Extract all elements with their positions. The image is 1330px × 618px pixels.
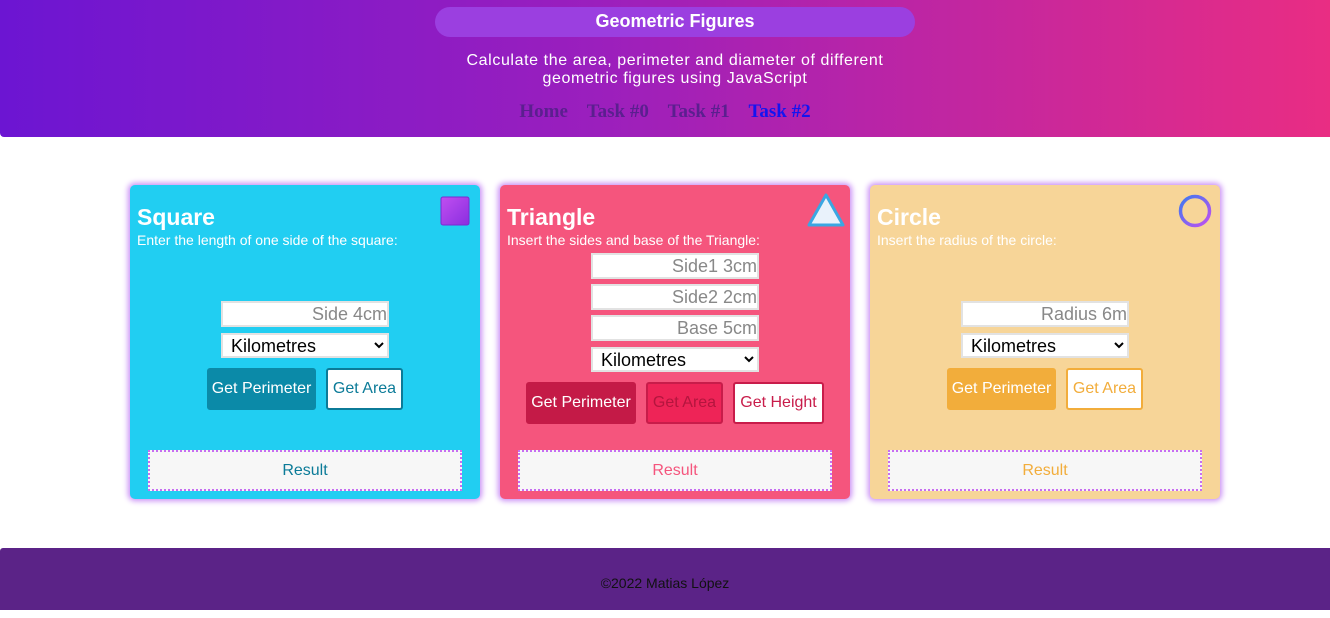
square-icon (440, 196, 470, 226)
triangle-unit-select[interactable]: Kilometres (591, 347, 759, 372)
main-nav: Home Task #0 Task #1 Task #2 (0, 101, 1330, 123)
nav-task-2[interactable]: Task #2 (748, 101, 810, 122)
triangle-side1-input[interactable] (591, 253, 759, 279)
triangle-icon (807, 193, 845, 227)
nav-home[interactable]: Home (519, 101, 568, 122)
triangle-height-button[interactable]: Get Height (733, 382, 824, 424)
circle-card: Circle Insert the radius of the circle: … (870, 185, 1220, 499)
triangle-title: Triangle (507, 204, 596, 230)
circle-result: Result (888, 450, 1202, 491)
page-header: Geometric Figures Calculate the area, pe… (0, 0, 1330, 137)
square-result: Result (148, 450, 462, 491)
triangle-result: Result (518, 450, 832, 491)
nav-task-1[interactable]: Task #1 (668, 101, 730, 122)
page-title: Geometric Figures (435, 7, 915, 37)
triangle-description: Insert the sides and base of the Triangl… (507, 232, 760, 248)
page-subtitle: Calculate the area, perimeter and diamet… (466, 52, 884, 87)
square-title: Square (137, 204, 215, 230)
triangle-area-button[interactable]: Get Area (646, 382, 723, 424)
circle-icon (1178, 194, 1212, 228)
square-perimeter-button[interactable]: Get Perimeter (207, 368, 316, 410)
square-card: Square Enter the length of one side of t… (130, 185, 480, 499)
circle-description: Insert the radius of the circle: (877, 232, 1057, 248)
triangle-perimeter-button[interactable]: Get Perimeter (526, 382, 636, 424)
square-unit-select[interactable]: Kilometres (221, 333, 389, 358)
square-side-input[interactable] (221, 301, 389, 327)
square-description: Enter the length of one side of the squa… (137, 232, 398, 248)
circle-radius-input[interactable] (961, 301, 1129, 327)
circle-perimeter-button[interactable]: Get Perimeter (947, 368, 1056, 410)
footer-copyright: ©2022 Matias López (600, 575, 730, 591)
square-area-button[interactable]: Get Area (326, 368, 403, 410)
nav-task-0[interactable]: Task #0 (587, 101, 649, 122)
triangle-side2-input[interactable] (591, 284, 759, 310)
circle-unit-select[interactable]: Kilometres (961, 333, 1129, 358)
circle-area-button[interactable]: Get Area (1066, 368, 1143, 410)
triangle-card: Triangle Insert the sides and base of th… (500, 185, 850, 499)
page-footer: ©2022 Matias López (0, 548, 1330, 610)
triangle-base-input[interactable] (591, 315, 759, 341)
circle-title: Circle (877, 204, 941, 230)
